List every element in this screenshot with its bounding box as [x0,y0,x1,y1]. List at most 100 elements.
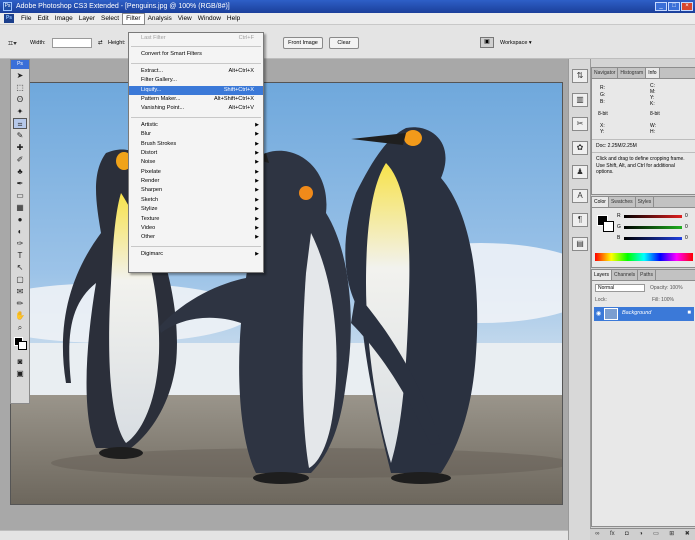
tool-presets-icon[interactable]: ✿ [572,141,588,155]
swap-icon[interactable]: ⇄ [98,40,103,46]
filter-menu-item-sharpen[interactable]: Sharpen ▶ [129,186,263,195]
slider-r[interactable] [624,215,682,218]
layer-row-background[interactable]: ◉ Background ■ [594,307,694,321]
menu-window[interactable]: Window [195,13,224,25]
crop-tool-icon[interactable]: ⌗▾ [8,37,22,49]
pen-tool-icon[interactable]: ✑ [13,238,27,249]
menu-edit[interactable]: Edit [34,13,51,25]
front-image-button[interactable]: Front Image [283,37,323,49]
link-icon[interactable]: ∞ [595,529,599,540]
screen-mode-icon[interactable]: ▣ [13,368,27,379]
slider-b[interactable] [624,237,682,240]
filter-menu-item-convert-for-smart-filters[interactable]: Convert for Smart Filters [129,50,263,59]
color-background-swatch[interactable] [603,221,614,232]
dodge-tool-icon[interactable]: ◐ [13,226,27,237]
path-selection-icon[interactable]: ↖ [13,262,27,273]
eraser-tool-icon[interactable]: ▭ [13,190,27,201]
marquee-tool-icon[interactable]: ⬚ [13,82,27,93]
mask-icon[interactable]: ◘ [625,529,629,540]
adjustment-icon[interactable]: ◑ [639,529,643,540]
history-brush-icon[interactable]: ✒ [13,178,27,189]
lasso-tool-icon[interactable]: ʘ [13,94,27,105]
document-canvas[interactable] [10,82,563,505]
trash-icon[interactable]: ✖ [685,529,690,540]
character-icon[interactable]: A [572,189,588,203]
filter-menu-item-pixelate[interactable]: Pixelate ▶ [129,168,263,177]
filter-menu-item-digimarc[interactable]: Digimarc ▶ [129,250,263,259]
menu-layer[interactable]: Layer [76,13,98,25]
slider-g-value[interactable]: 0 [685,224,688,230]
hand-tool-icon[interactable]: ✋ [13,310,27,321]
menu-image[interactable]: Image [52,13,76,25]
histogram-icon[interactable]: ▥ [572,93,588,107]
clone-source-icon[interactable]: ♟ [572,165,588,179]
color-ramp[interactable] [595,253,693,261]
filter-menu-item-video[interactable]: Video ▶ [129,224,263,233]
workspace-icon[interactable]: ▣ [480,37,494,48]
notes-tool-icon[interactable]: ✉ [13,286,27,297]
slider-g[interactable] [624,226,682,229]
close-icon[interactable]: × [681,2,693,11]
tab-histogram[interactable]: Histogram [618,68,647,78]
crop-tool-icon[interactable]: ⌗ [13,118,27,129]
filter-menu-item-sketch[interactable]: Sketch ▶ [129,196,263,205]
maximize-icon[interactable]: □ [668,2,680,11]
menu-help[interactable]: Help [224,13,243,25]
brushes-icon[interactable]: ✂ [572,117,588,131]
tab-channels[interactable]: Channels [612,270,639,280]
filter-menu-item-brush-strokes[interactable]: Brush Strokes ▶ [129,140,263,149]
tab-layers[interactable]: Layers [592,270,613,280]
tab-paths[interactable]: Paths [638,270,656,280]
brush-tool-icon[interactable]: ✐ [13,154,27,165]
filter-menu-item-blur[interactable]: Blur ▶ [129,130,263,139]
width-field[interactable] [52,38,92,48]
background-color-swatch[interactable] [18,341,27,350]
blend-mode-select[interactable]: Normal [595,284,645,292]
blur-tool-icon[interactable]: ● [13,214,27,225]
tab-info[interactable]: Info [646,68,660,78]
slider-r-value[interactable]: 0 [685,213,688,219]
tab-color[interactable]: Color [592,197,609,207]
filter-menu-item-vanishing-point[interactable]: Vanishing Point... Alt+Ctrl+V [129,104,263,113]
tab-styles[interactable]: Styles [636,197,655,207]
filter-menu-item-last-filter[interactable]: Last Filter Ctrl+F [129,34,263,43]
fill-field[interactable]: Fill: 100% [652,297,674,303]
filter-menu-item-extract[interactable]: Extract... Alt+Ctrl+X [129,67,263,76]
shape-tool-icon[interactable]: ▢ [13,274,27,285]
filter-menu-item-other[interactable]: Other ▶ [129,233,263,242]
menu-select[interactable]: Select [98,13,122,25]
new-layer-icon[interactable]: ⊞ [669,529,674,540]
menu-analysis[interactable]: Analysis [145,13,175,25]
menu-file[interactable]: File [18,13,34,25]
clear-button[interactable]: Clear [329,37,359,49]
healing-brush-icon[interactable]: ✚ [13,142,27,153]
filter-menu-item-artistic[interactable]: Artistic ▶ [129,121,263,130]
filter-menu-item-stylize[interactable]: Stylize ▶ [129,205,263,214]
fx-icon[interactable]: fx [610,529,615,540]
navigator-icon[interactable]: ⇅ [572,69,588,83]
slice-tool-icon[interactable]: ✎ [13,130,27,141]
minimize-icon[interactable]: _ [655,2,667,11]
filter-menu-item-liquify[interactable]: Liquify... Shift+Ctrl+X [129,85,263,95]
magic-wand-tool-icon[interactable]: ✦ [13,106,27,117]
filter-menu-item-noise[interactable]: Noise ▶ [129,158,263,167]
filter-menu-item-pattern-maker[interactable]: Pattern Maker... Alt+Shift+Ctrl+X [129,95,263,104]
move-tool-icon[interactable]: ➤ [13,70,27,81]
type-tool-icon[interactable]: T [13,250,27,261]
zoom-tool-icon[interactable]: ⌕ [13,322,27,333]
filter-menu-item-filter-gallery[interactable]: Filter Gallery... [129,76,263,85]
opacity-field[interactable]: Opacity: 100% [650,285,683,291]
menu-view[interactable]: View [175,13,195,25]
paragraph-icon[interactable]: ¶ [572,213,588,227]
folder-icon[interactable]: ▭ [653,529,659,540]
quick-mask-icon[interactable]: ◙ [13,356,27,367]
tab-swatches[interactable]: Swatches [609,197,636,207]
menu-filter[interactable]: Filter [122,12,145,25]
workspace-menu[interactable]: Workspace ▾ [500,37,532,49]
slider-b-value[interactable]: 0 [685,235,688,241]
actions-icon[interactable]: ▤ [572,237,588,251]
gradient-tool-icon[interactable]: ▦ [13,202,27,213]
eyedropper-tool-icon[interactable]: ✏ [13,298,27,309]
eye-icon[interactable]: ◉ [596,310,601,317]
clone-stamp-icon[interactable]: ♣ [13,166,27,177]
